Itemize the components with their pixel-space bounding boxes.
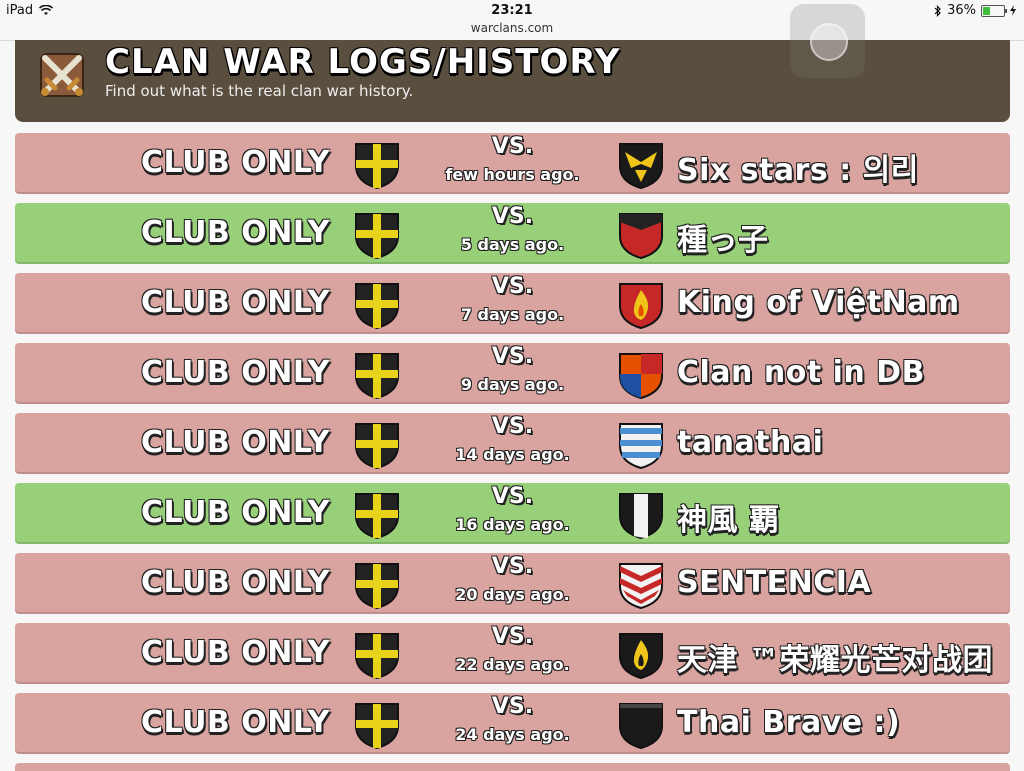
war-log-row[interactable]: CLUB ONLY VS. 14 days ago. tanathai	[15, 413, 1010, 474]
battery-percent: 36%	[947, 3, 976, 18]
own-clan-name[interactable]: CLUB ONLY	[141, 705, 330, 740]
page-subtitle: Find out what is the real clan war histo…	[105, 82, 414, 100]
address-url[interactable]: warclans.com	[0, 21, 1024, 35]
war-log-row[interactable]: CLUB ONLY VS. 5 days ago. 種っ子	[15, 203, 1010, 264]
status-time: 23:21	[491, 3, 533, 18]
own-clan-name[interactable]: CLUB ONLY	[141, 425, 330, 460]
red-flame-badge-icon	[619, 283, 663, 330]
black-badge-icon	[619, 703, 663, 750]
page-title: CLAN WAR LOGS/HISTORY	[105, 42, 621, 82]
vs-label: VS.	[491, 624, 534, 649]
bluetooth-icon	[934, 4, 941, 17]
quartered-badge-icon	[619, 353, 663, 400]
own-clan-name[interactable]: CLUB ONLY	[141, 635, 330, 670]
war-log-list: CLUB ONLY VS. few hours ago. Six stars :…	[15, 133, 1010, 763]
war-log-row[interactable]: CLUB ONLY VS. 16 days ago. 神風 覇	[15, 483, 1010, 544]
opponent-clan-name[interactable]: tanathai	[677, 425, 823, 460]
status-right: 36%	[934, 3, 1016, 18]
opponent-clan-name[interactable]: Thai Brave :)	[677, 705, 900, 740]
cross-shield-badge-icon	[355, 703, 399, 750]
vs-label: VS.	[491, 344, 534, 369]
assistive-touch-button[interactable]	[790, 4, 865, 78]
war-time: few hours ago.	[445, 165, 580, 184]
vs-label: VS.	[491, 274, 534, 299]
war-log-row[interactable]: CLUB ONLY VS. 9 days ago. Clan not in DB	[15, 343, 1010, 404]
own-clan-name[interactable]: CLUB ONLY	[141, 145, 330, 180]
opponent-clan-name[interactable]: 神風 覇	[677, 495, 779, 539]
war-time: 14 days ago.	[455, 445, 570, 464]
own-clan-name[interactable]: CLUB ONLY	[141, 565, 330, 600]
war-log-row-partial[interactable]	[15, 763, 1010, 771]
vs-label: VS.	[491, 554, 534, 579]
own-clan-name[interactable]: CLUB ONLY	[141, 285, 330, 320]
own-clan-name[interactable]: CLUB ONLY	[141, 355, 330, 390]
opponent-clan-name[interactable]: 天津 ™荣耀光芒对战团	[677, 635, 993, 679]
war-time: 7 days ago.	[460, 305, 565, 324]
vs-label: VS.	[491, 484, 534, 509]
war-time: 22 days ago.	[455, 655, 570, 674]
war-time: 24 days ago.	[455, 725, 570, 744]
black-white-badge-icon	[619, 493, 663, 540]
own-clan-name[interactable]: CLUB ONLY	[141, 495, 330, 530]
cross-shield-badge-icon	[355, 563, 399, 610]
cross-shield-badge-icon	[355, 633, 399, 680]
opponent-clan-name[interactable]: King of ViệtNam	[677, 285, 960, 320]
opponent-clan-name[interactable]: 種っ子	[677, 215, 769, 259]
cross-shield-badge-icon	[355, 423, 399, 470]
vs-label: VS.	[491, 694, 534, 719]
blue-stripes-badge-icon	[619, 423, 663, 470]
opponent-clan-name[interactable]: Clan not in DB	[677, 355, 925, 390]
red-chevron-badge-icon	[619, 213, 663, 260]
charging-icon	[1010, 5, 1016, 16]
war-time: 9 days ago.	[460, 375, 565, 394]
ios-status-bar: iPad 23:21 warclans.com 36%	[0, 0, 1024, 41]
war-time: 20 days ago.	[455, 585, 570, 604]
battery-icon	[981, 4, 1007, 17]
vs-label: VS.	[491, 134, 534, 159]
war-time: 16 days ago.	[455, 515, 570, 534]
yellow-flame-badge-icon	[619, 633, 663, 680]
war-log-row[interactable]: CLUB ONLY VS. 20 days ago. SENTENCIA	[15, 553, 1010, 614]
opponent-clan-name[interactable]: Six stars : 의리	[677, 145, 919, 189]
vs-label: VS.	[491, 204, 534, 229]
crossed-swords-icon	[40, 53, 84, 97]
own-clan-name[interactable]: CLUB ONLY	[141, 215, 330, 250]
war-time: 5 days ago.	[460, 235, 565, 254]
cross-shield-badge-icon	[355, 213, 399, 260]
cross-shield-badge-icon	[355, 493, 399, 540]
eagle-badge-icon	[619, 143, 663, 190]
opponent-clan-name[interactable]: SENTENCIA	[677, 565, 871, 600]
war-log-row[interactable]: CLUB ONLY VS. few hours ago. Six stars :…	[15, 133, 1010, 194]
war-log-row[interactable]: CLUB ONLY VS. 7 days ago. King of ViệtNa…	[15, 273, 1010, 334]
war-log-row[interactable]: CLUB ONLY VS. 22 days ago. 天津 ™荣耀光芒对战团	[15, 623, 1010, 684]
cross-shield-badge-icon	[355, 143, 399, 190]
cross-shield-badge-icon	[355, 283, 399, 330]
vs-label: VS.	[491, 414, 534, 439]
war-log-row[interactable]: CLUB ONLY VS. 24 days ago. Thai Brave :)	[15, 693, 1010, 754]
red-chevrons-badge-icon	[619, 563, 663, 610]
cross-shield-badge-icon	[355, 353, 399, 400]
